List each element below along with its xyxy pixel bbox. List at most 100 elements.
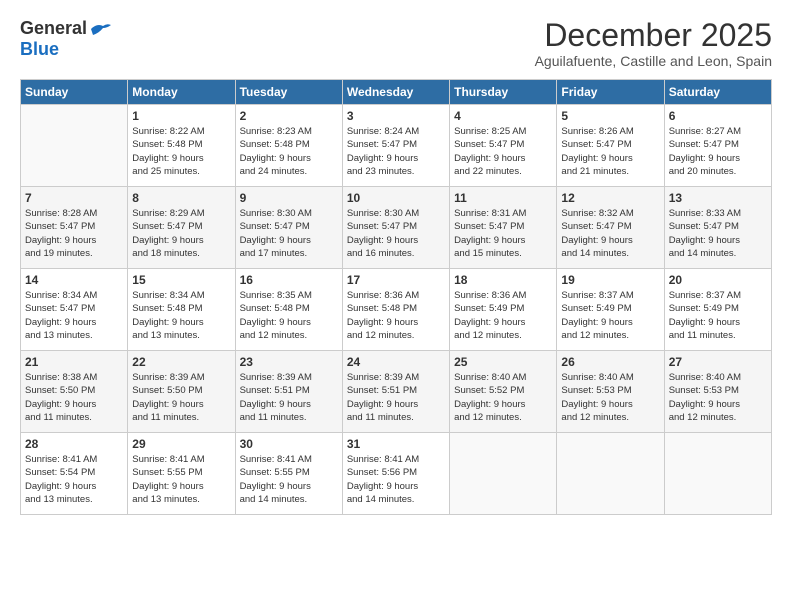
day-info: Sunrise: 8:39 AM Sunset: 5:51 PM Dayligh… <box>347 371 445 424</box>
day-info: Sunrise: 8:34 AM Sunset: 5:48 PM Dayligh… <box>132 289 230 342</box>
day-info: Sunrise: 8:32 AM Sunset: 5:47 PM Dayligh… <box>561 207 659 260</box>
day-info: Sunrise: 8:41 AM Sunset: 5:56 PM Dayligh… <box>347 453 445 506</box>
day-number: 24 <box>347 355 445 369</box>
day-info: Sunrise: 8:41 AM Sunset: 5:55 PM Dayligh… <box>132 453 230 506</box>
day-info: Sunrise: 8:27 AM Sunset: 5:47 PM Dayligh… <box>669 125 767 178</box>
calendar-cell: 7 Sunrise: 8:28 AM Sunset: 5:47 PM Daylig… <box>21 187 128 269</box>
day-number: 23 <box>240 355 338 369</box>
calendar-week-row: 21Sunrise: 8:38 AM Sunset: 5:50 PM Dayli… <box>21 351 772 433</box>
calendar-cell: 11 Sunrise: 8:31 AM Sunset: 5:47 PM Dayli… <box>450 187 557 269</box>
day-number: 12 <box>561 191 659 205</box>
day-number: 5 <box>561 109 659 123</box>
calendar-cell: 16Sunrise: 8:35 AM Sunset: 5:48 PM Dayli… <box>235 269 342 351</box>
month-title: December 2025 <box>535 18 772 53</box>
calendar-cell: 2Sunrise: 8:23 AM Sunset: 5:48 PM Daylig… <box>235 105 342 187</box>
day-info: Sunrise: 8:28 AM Sunset: 5:47 PM Dayligh… <box>25 207 123 260</box>
day-info: Sunrise: 8:36 AM Sunset: 5:49 PM Dayligh… <box>454 289 552 342</box>
logo: General Blue <box>20 18 111 60</box>
calendar-cell: 24 Sunrise: 8:39 AM Sunset: 5:51 PM Dayli… <box>342 351 449 433</box>
day-number: 21 <box>25 355 123 369</box>
calendar-cell: 15 Sunrise: 8:34 AM Sunset: 5:48 PM Dayli… <box>128 269 235 351</box>
calendar-cell: 6Sunrise: 8:27 AM Sunset: 5:47 PM Daylig… <box>664 105 771 187</box>
calendar-cell: 29Sunrise: 8:41 AM Sunset: 5:55 PM Dayli… <box>128 433 235 515</box>
day-info: Sunrise: 8:41 AM Sunset: 5:55 PM Dayligh… <box>240 453 338 506</box>
day-number: 20 <box>669 273 767 287</box>
calendar-week-row: 7 Sunrise: 8:28 AM Sunset: 5:47 PM Daylig… <box>21 187 772 269</box>
calendar-cell: 22 Sunrise: 8:39 AM Sunset: 5:50 PM Dayli… <box>128 351 235 433</box>
weekday-header-wednesday: Wednesday <box>342 80 449 105</box>
day-number: 4 <box>454 109 552 123</box>
day-info: Sunrise: 8:30 AM Sunset: 5:47 PM Dayligh… <box>347 207 445 260</box>
day-number: 31 <box>347 437 445 451</box>
day-info: Sunrise: 8:34 AM Sunset: 5:47 PM Dayligh… <box>25 289 123 342</box>
day-number: 11 <box>454 191 552 205</box>
calendar-cell <box>664 433 771 515</box>
day-info: Sunrise: 8:24 AM Sunset: 5:47 PM Dayligh… <box>347 125 445 178</box>
calendar-cell: 14 Sunrise: 8:34 AM Sunset: 5:47 PM Dayli… <box>21 269 128 351</box>
calendar-cell: 9Sunrise: 8:30 AM Sunset: 5:47 PM Daylig… <box>235 187 342 269</box>
header: General Blue December 2025 Aguilafuente,… <box>20 18 772 69</box>
day-number: 7 <box>25 191 123 205</box>
day-info: Sunrise: 8:40 AM Sunset: 5:53 PM Dayligh… <box>669 371 767 424</box>
calendar-cell: 19Sunrise: 8:37 AM Sunset: 5:49 PM Dayli… <box>557 269 664 351</box>
day-number: 15 <box>132 273 230 287</box>
weekday-header-monday: Monday <box>128 80 235 105</box>
day-number: 22 <box>132 355 230 369</box>
day-info: Sunrise: 8:26 AM Sunset: 5:47 PM Dayligh… <box>561 125 659 178</box>
calendar-week-row: 28Sunrise: 8:41 AM Sunset: 5:54 PM Dayli… <box>21 433 772 515</box>
day-number: 25 <box>454 355 552 369</box>
day-number: 1 <box>132 109 230 123</box>
day-info: Sunrise: 8:40 AM Sunset: 5:53 PM Dayligh… <box>561 371 659 424</box>
day-info: Sunrise: 8:36 AM Sunset: 5:48 PM Dayligh… <box>347 289 445 342</box>
calendar-cell: 28Sunrise: 8:41 AM Sunset: 5:54 PM Dayli… <box>21 433 128 515</box>
day-number: 14 <box>25 273 123 287</box>
weekday-header-saturday: Saturday <box>664 80 771 105</box>
day-number: 28 <box>25 437 123 451</box>
page: General Blue December 2025 Aguilafuente,… <box>0 0 792 612</box>
day-info: Sunrise: 8:40 AM Sunset: 5:52 PM Dayligh… <box>454 371 552 424</box>
day-info: Sunrise: 8:33 AM Sunset: 5:47 PM Dayligh… <box>669 207 767 260</box>
day-number: 8 <box>132 191 230 205</box>
day-number: 18 <box>454 273 552 287</box>
day-info: Sunrise: 8:39 AM Sunset: 5:51 PM Dayligh… <box>240 371 338 424</box>
day-number: 30 <box>240 437 338 451</box>
day-info: Sunrise: 8:31 AM Sunset: 5:47 PM Dayligh… <box>454 207 552 260</box>
day-number: 10 <box>347 191 445 205</box>
weekday-header-tuesday: Tuesday <box>235 80 342 105</box>
day-number: 13 <box>669 191 767 205</box>
calendar-week-row: 1 Sunrise: 8:22 AM Sunset: 5:48 PM Daylig… <box>21 105 772 187</box>
weekday-header-row: SundayMondayTuesdayWednesdayThursdayFrid… <box>21 80 772 105</box>
calendar-cell: 27 Sunrise: 8:40 AM Sunset: 5:53 PM Dayli… <box>664 351 771 433</box>
calendar-cell: 30 Sunrise: 8:41 AM Sunset: 5:55 PM Dayli… <box>235 433 342 515</box>
calendar-cell: 17Sunrise: 8:36 AM Sunset: 5:48 PM Dayli… <box>342 269 449 351</box>
calendar-cell <box>21 105 128 187</box>
calendar-cell: 13 Sunrise: 8:33 AM Sunset: 5:47 PM Dayli… <box>664 187 771 269</box>
weekday-header-thursday: Thursday <box>450 80 557 105</box>
calendar-cell: 12 Sunrise: 8:32 AM Sunset: 5:47 PM Dayli… <box>557 187 664 269</box>
title-block: December 2025 Aguilafuente, Castille and… <box>535 18 772 69</box>
location-subtitle: Aguilafuente, Castille and Leon, Spain <box>535 53 772 69</box>
calendar-cell: 26 Sunrise: 8:40 AM Sunset: 5:53 PM Dayli… <box>557 351 664 433</box>
day-number: 3 <box>347 109 445 123</box>
calendar-cell <box>450 433 557 515</box>
day-number: 26 <box>561 355 659 369</box>
calendar-cell: 3 Sunrise: 8:24 AM Sunset: 5:47 PM Daylig… <box>342 105 449 187</box>
day-number: 19 <box>561 273 659 287</box>
calendar-cell: 10 Sunrise: 8:30 AM Sunset: 5:47 PM Dayli… <box>342 187 449 269</box>
calendar-cell <box>557 433 664 515</box>
day-info: Sunrise: 8:39 AM Sunset: 5:50 PM Dayligh… <box>132 371 230 424</box>
calendar-cell: 20Sunrise: 8:37 AM Sunset: 5:49 PM Dayli… <box>664 269 771 351</box>
calendar-cell: 1 Sunrise: 8:22 AM Sunset: 5:48 PM Daylig… <box>128 105 235 187</box>
weekday-header-sunday: Sunday <box>21 80 128 105</box>
day-info: Sunrise: 8:30 AM Sunset: 5:47 PM Dayligh… <box>240 207 338 260</box>
day-info: Sunrise: 8:22 AM Sunset: 5:48 PM Dayligh… <box>132 125 230 178</box>
calendar-cell: 25 Sunrise: 8:40 AM Sunset: 5:52 PM Dayli… <box>450 351 557 433</box>
calendar-cell: 8Sunrise: 8:29 AM Sunset: 5:47 PM Daylig… <box>128 187 235 269</box>
logo-general-text: General <box>20 18 87 39</box>
day-number: 27 <box>669 355 767 369</box>
calendar-table: SundayMondayTuesdayWednesdayThursdayFrid… <box>20 79 772 515</box>
calendar-week-row: 14 Sunrise: 8:34 AM Sunset: 5:47 PM Dayli… <box>21 269 772 351</box>
logo-bird-icon <box>89 21 111 37</box>
day-info: Sunrise: 8:23 AM Sunset: 5:48 PM Dayligh… <box>240 125 338 178</box>
day-number: 16 <box>240 273 338 287</box>
